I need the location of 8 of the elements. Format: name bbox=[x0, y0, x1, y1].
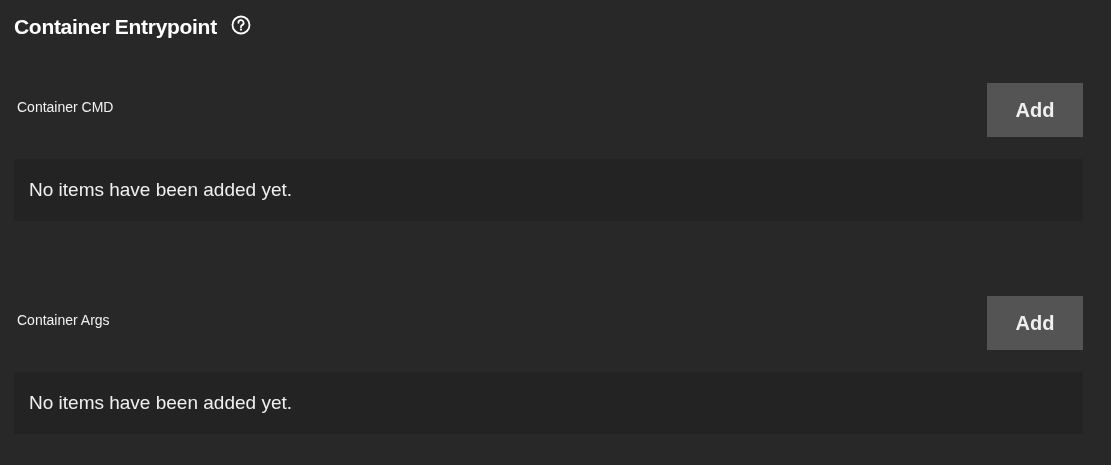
help-icon[interactable] bbox=[230, 15, 251, 35]
field-label: Container Args bbox=[17, 311, 110, 330]
empty-message: No items have been added yet. bbox=[29, 177, 292, 202]
add-button[interactable]: Add bbox=[987, 83, 1083, 137]
section-title: Container Entrypoint bbox=[14, 14, 217, 41]
add-button[interactable]: Add bbox=[987, 296, 1083, 350]
field-label: Container CMD bbox=[17, 98, 114, 117]
empty-message: No items have been added yet. bbox=[29, 390, 292, 415]
